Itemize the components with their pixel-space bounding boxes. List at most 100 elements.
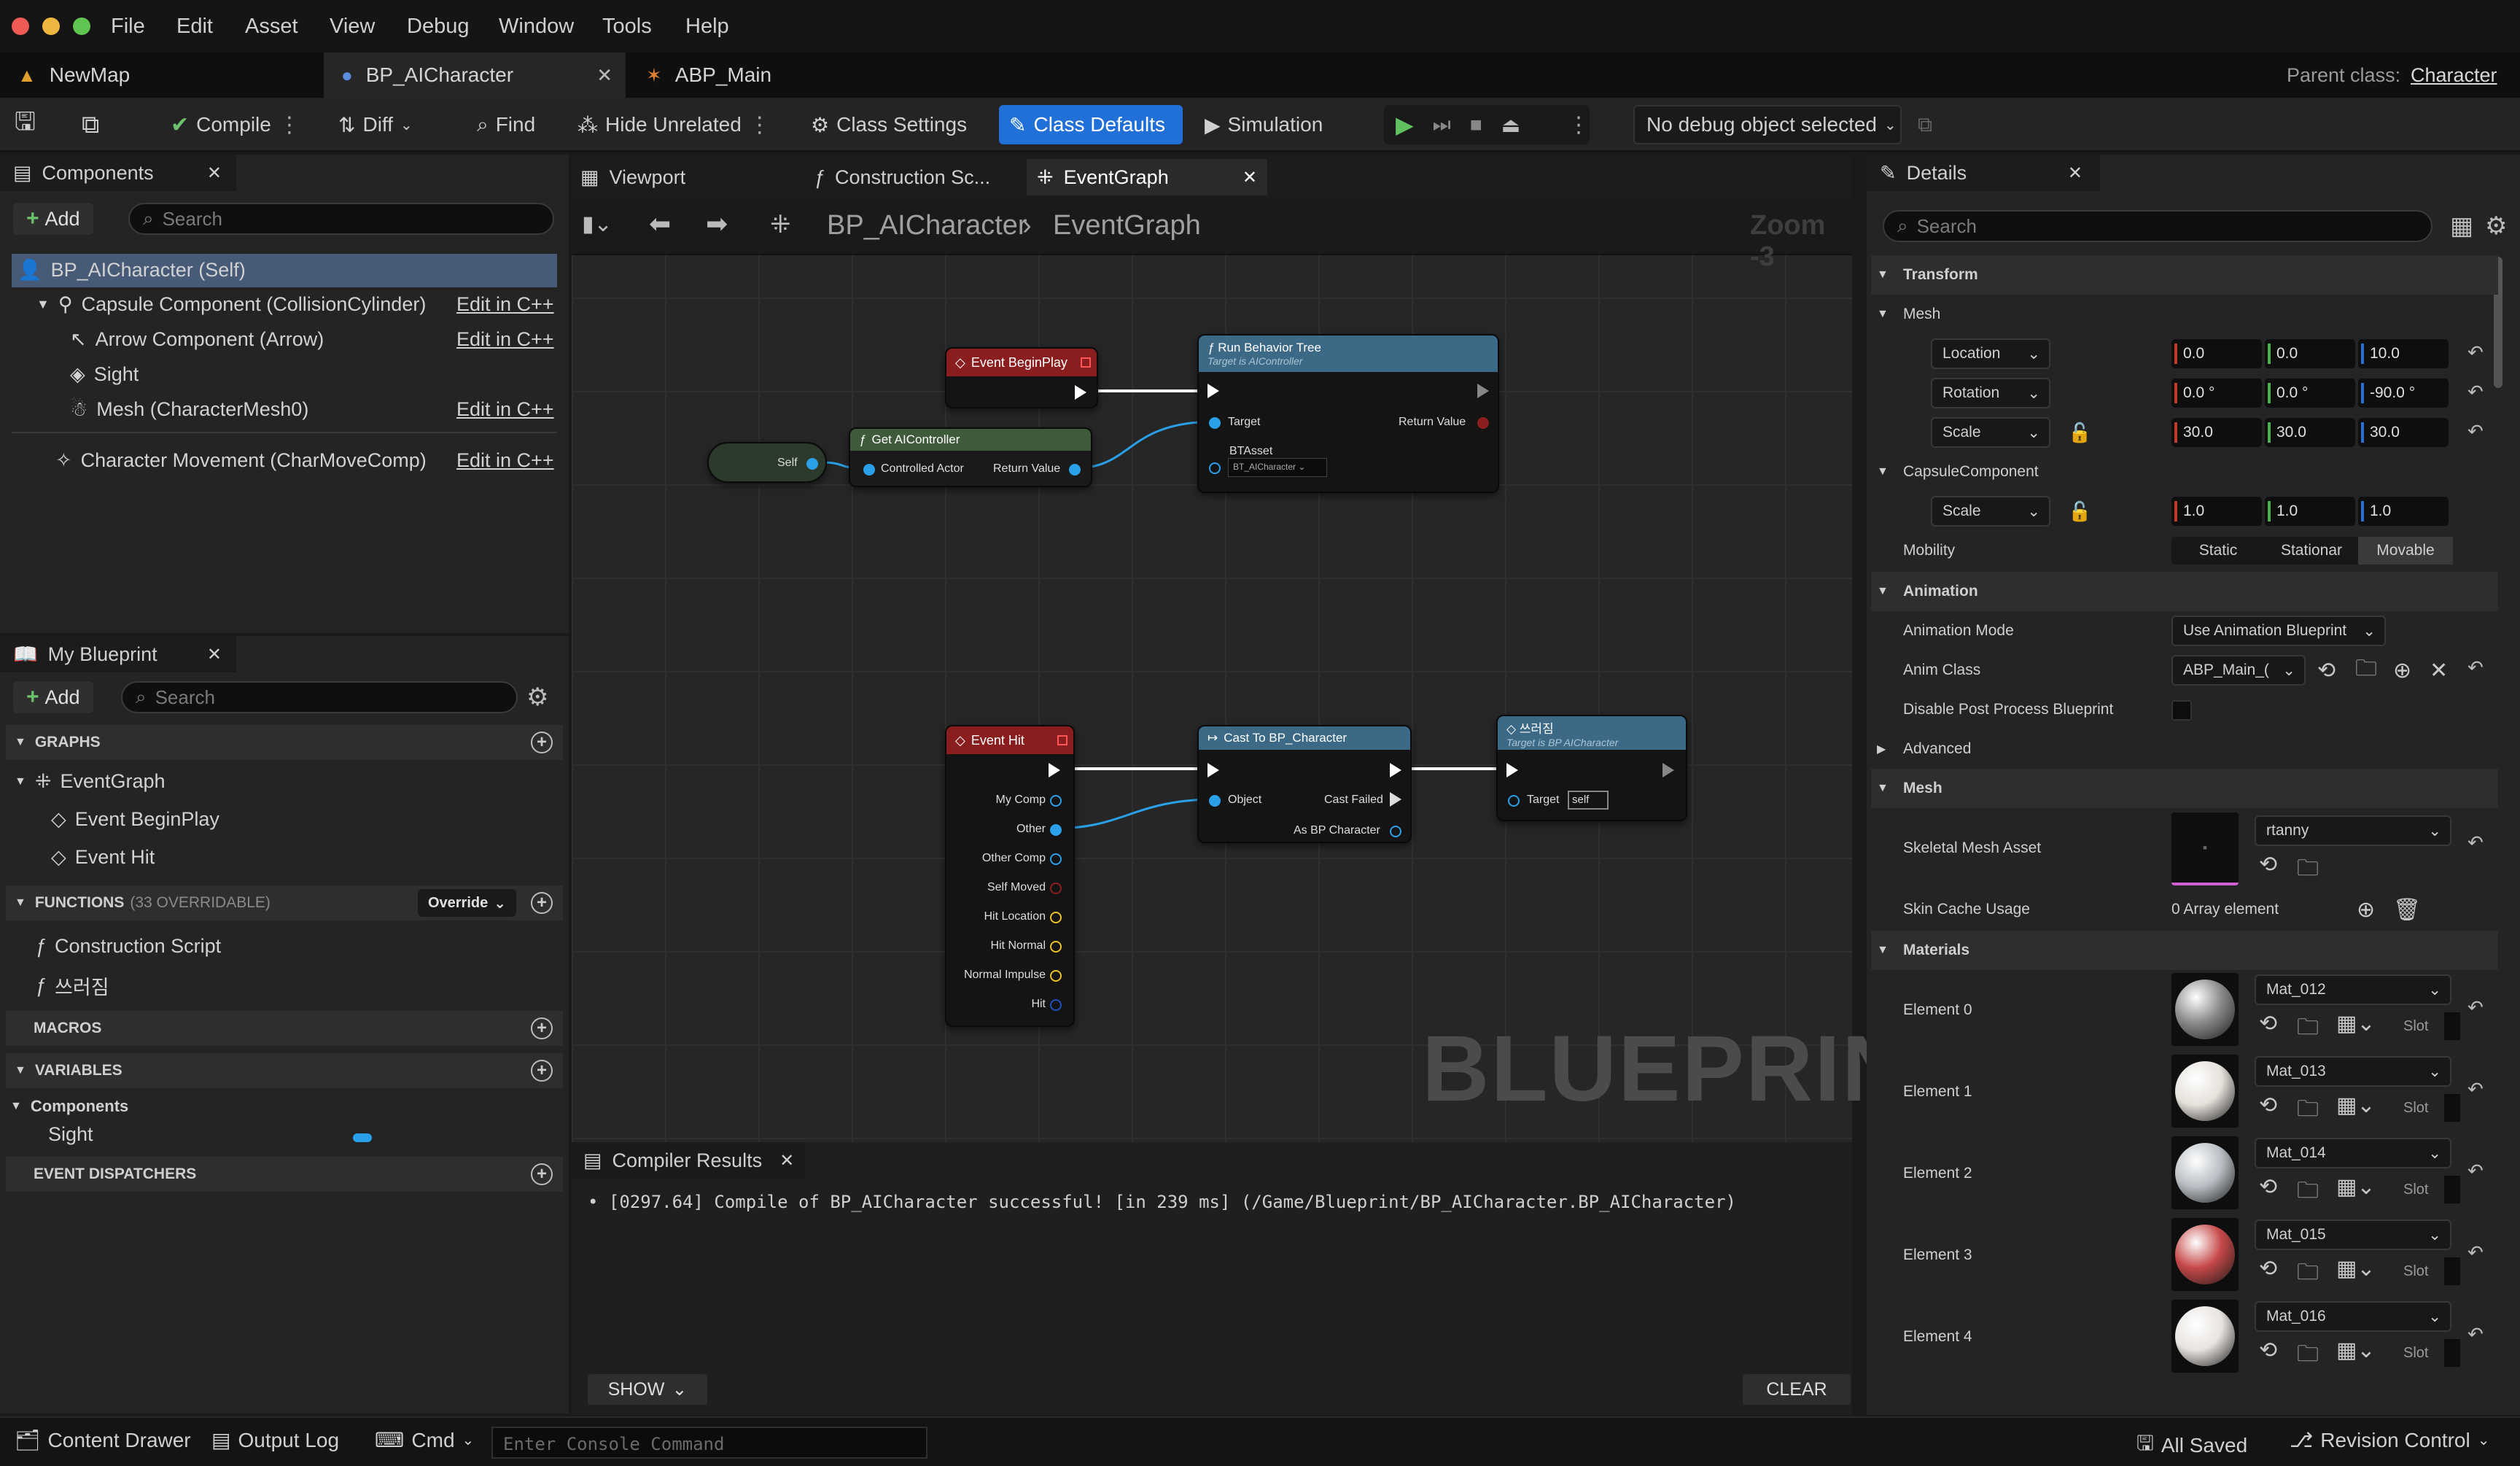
clear-button[interactable]: CLEAR xyxy=(1743,1374,1851,1405)
tab-eventgraph[interactable]: ⁜ EventGraph ✕ xyxy=(1027,159,1267,195)
location-y-field[interactable]: 0.0 xyxy=(2265,339,2355,368)
my-comp-pin[interactable] xyxy=(1050,795,1062,807)
mobility-static[interactable]: Static xyxy=(2171,542,2265,559)
breadcrumb-leaf[interactable]: EventGraph xyxy=(1053,210,1201,241)
capsule-scale-dropdown[interactable]: Scale ⌄ xyxy=(1931,496,2050,527)
use-selected-icon[interactable]: ⟲ xyxy=(2259,1338,2277,1363)
component-self[interactable]: 👤 BP_AICharacter (Self) xyxy=(18,258,246,282)
revision-control-button[interactable]: ⎇ Revision Control ⌄ xyxy=(2290,1428,2489,1452)
location-z-field[interactable]: 10.0 xyxy=(2358,339,2449,368)
tab-viewport[interactable]: ▦ Viewport xyxy=(580,159,685,195)
menu-debug[interactable]: Debug xyxy=(407,15,469,39)
skeletal-mesh-dropdown[interactable]: rtanny ⌄ xyxy=(2255,815,2451,846)
browse-folder-icon[interactable]: 🗀 xyxy=(2297,1093,2319,1130)
simulation-button[interactable]: ▶ Simulation xyxy=(1205,105,1323,144)
close-window-button[interactable] xyxy=(12,18,29,35)
variables-components-group[interactable]: ▼ Components xyxy=(10,1097,128,1116)
event-dispatchers-section[interactable]: EVENT DISPATCHERS + xyxy=(6,1157,563,1192)
forward-arrow-icon[interactable]: ➡ xyxy=(706,209,728,239)
capsule-scale-x-field[interactable]: 1.0 xyxy=(2171,497,2262,526)
animation-mode-dropdown[interactable]: Use Animation Blueprint ⌄ xyxy=(2171,616,2386,646)
material-options-icon[interactable]: ▦⌄ xyxy=(2336,1174,2375,1200)
use-selected-icon[interactable]: ⟲ xyxy=(2259,1011,2277,1036)
menu-asset[interactable]: Asset xyxy=(245,15,298,39)
trash-icon[interactable]: 🗑 xyxy=(2393,897,2421,923)
exec-out-pin[interactable] xyxy=(1477,384,1489,398)
rotation-y-field[interactable]: 0.0 ° xyxy=(2265,379,2355,408)
edit-in-cpp-link[interactable]: Edit in C++ xyxy=(456,449,554,472)
eject-icon[interactable]: ⏏ xyxy=(1501,113,1520,137)
rotation-dropdown[interactable]: Rotation ⌄ xyxy=(1931,378,2050,408)
component-movement[interactable]: ✧ Character Movement (CharMoveComp) xyxy=(55,449,427,472)
reset-icon[interactable]: ↶ xyxy=(2468,420,2484,443)
slot-field[interactable] xyxy=(2444,1012,2460,1040)
minimize-window-button[interactable] xyxy=(42,18,60,35)
material-thumbnail[interactable] xyxy=(2171,1055,2239,1128)
edit-in-cpp-link[interactable]: Edit in C++ xyxy=(456,293,554,316)
material-thumbnail[interactable] xyxy=(2171,1218,2239,1291)
node-cast-to-bp-character[interactable]: ↦ Cast To BP_Character Object Cast Faile… xyxy=(1197,725,1412,843)
parent-class-link[interactable]: Character xyxy=(2411,64,2497,87)
material-dropdown[interactable]: Mat_015 ⌄ xyxy=(2255,1219,2451,1250)
mesh-section[interactable]: ▼ Mesh xyxy=(1871,769,2498,808)
function-construction-script[interactable]: ƒ Construction Script xyxy=(35,935,221,958)
content-drawer-button[interactable]: 🗂 Content Drawer xyxy=(15,1428,191,1452)
edit-in-cpp-link[interactable]: Edit in C++ xyxy=(456,398,554,421)
browse-folder-icon[interactable]: 🗀 xyxy=(2297,1174,2319,1211)
component-sight[interactable]: ◈ Sight xyxy=(70,363,139,386)
slot-field[interactable] xyxy=(2444,1339,2460,1367)
disable-post-process-checkbox[interactable] xyxy=(2171,700,2192,721)
delegate-pin[interactable] xyxy=(1081,357,1091,368)
component-arrow[interactable]: ↖ Arrow Component (Arrow) xyxy=(70,328,324,351)
play-icon[interactable]: ▶ xyxy=(1396,111,1414,139)
graph-eventgraph[interactable]: ▼ ⁜ EventGraph xyxy=(15,770,166,793)
gear-icon[interactable]: ⚙ xyxy=(526,683,548,712)
mobility-movable[interactable]: Movable xyxy=(2358,537,2453,565)
details-search-input[interactable]: ⌕ Search xyxy=(1883,210,2432,242)
transform-section[interactable]: ▼ Transform xyxy=(1871,255,2498,295)
other-comp-pin[interactable] xyxy=(1050,853,1062,865)
tab-newmap[interactable]: ▲ NewMap xyxy=(0,53,321,98)
close-icon[interactable]: ✕ xyxy=(207,163,222,184)
menu-file[interactable]: File xyxy=(111,15,145,39)
my-blueprint-tab[interactable]: 📖 My Blueprint ✕ xyxy=(0,636,236,672)
target-value-field[interactable]: self xyxy=(1568,791,1609,810)
node-event-hit[interactable]: ◇ Event Hit My Comp Other Other Comp Sel… xyxy=(945,725,1075,1027)
node-event-beginplay[interactable]: ◇ Event BeginPlay xyxy=(945,347,1098,408)
material-dropdown[interactable]: Mat_012 ⌄ xyxy=(2255,974,2451,1005)
reset-icon[interactable]: ↶ xyxy=(2468,831,2484,854)
hit-location-pin[interactable] xyxy=(1050,912,1062,923)
bt-asset-dropdown[interactable]: BT_AICharacter ⌄ xyxy=(1228,458,1327,477)
reset-icon[interactable]: ↶ xyxy=(2468,1078,2484,1101)
close-icon[interactable]: ✕ xyxy=(2068,163,2082,184)
components-tab[interactable]: ▤ Components ✕ xyxy=(0,155,236,191)
edit-in-cpp-link[interactable]: Edit in C++ xyxy=(456,328,554,351)
add-icon[interactable]: ⊕ xyxy=(2393,658,2411,683)
scale-x-field[interactable]: 30.0 xyxy=(2171,418,2262,447)
menu-view[interactable]: View xyxy=(330,15,375,39)
reset-icon[interactable]: ↶ xyxy=(2468,381,2484,403)
hit-pin[interactable] xyxy=(1050,999,1062,1011)
scale-z-field[interactable]: 30.0 xyxy=(2358,418,2449,447)
material-dropdown[interactable]: Mat_013 ⌄ xyxy=(2255,1056,2451,1087)
menu-tools[interactable]: Tools xyxy=(602,15,652,39)
reset-icon[interactable]: ↶ xyxy=(2468,996,2484,1019)
material-options-icon[interactable]: ▦⌄ xyxy=(2336,1093,2375,1118)
back-arrow-icon[interactable]: ⬅ xyxy=(649,209,671,239)
add-icon[interactable]: ⊕ xyxy=(2357,897,2375,923)
event-graph-canvas[interactable]: ◇ Event BeginPlay Self ƒ Get AIControlle… xyxy=(572,204,1967,1142)
object-pin[interactable] xyxy=(1209,795,1221,807)
close-icon[interactable]: ✕ xyxy=(596,64,612,87)
material-dropdown[interactable]: Mat_016 ⌄ xyxy=(2255,1301,2451,1332)
compiler-results-tab[interactable]: ▤ Compiler Results ✕ xyxy=(572,1142,805,1179)
component-mesh[interactable]: ☃ Mesh (CharacterMesh0) xyxy=(70,398,308,421)
macros-section[interactable]: MACROS + xyxy=(6,1011,563,1046)
compile-options-icon[interactable]: ⋮ xyxy=(279,112,300,138)
play-options-icon[interactable]: ⋮ xyxy=(1568,105,1590,144)
menu-window[interactable]: Window xyxy=(499,15,574,39)
material-options-icon[interactable]: ▦⌄ xyxy=(2336,1256,2375,1281)
self-moved-pin[interactable] xyxy=(1050,883,1062,894)
node-get-aicontroller[interactable]: ƒ Get AIController Controlled Actor Retu… xyxy=(849,427,1092,487)
functions-section[interactable]: ▼ FUNCTIONS (33 OVERRIDABLE) Override ⌄ … xyxy=(6,885,563,920)
material-thumbnail[interactable] xyxy=(2171,973,2239,1046)
